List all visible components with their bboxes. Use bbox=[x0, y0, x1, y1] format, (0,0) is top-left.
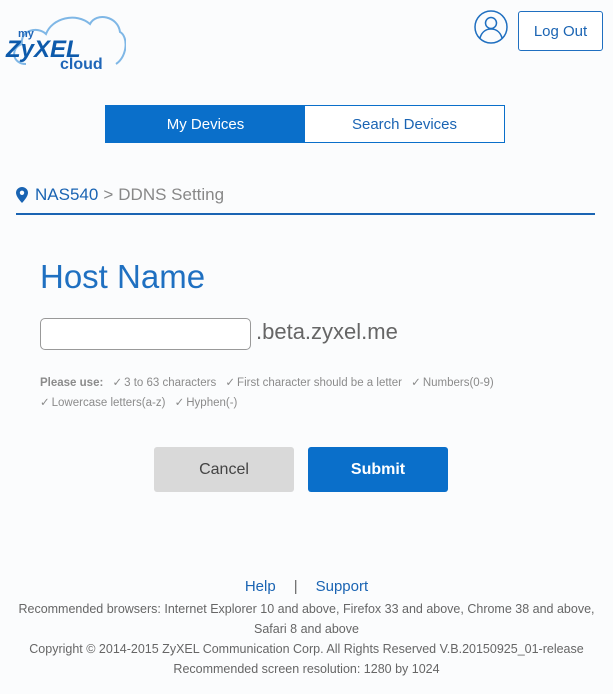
host-name-input[interactable] bbox=[40, 318, 251, 350]
footer-links: Help | Support bbox=[0, 578, 613, 595]
hostname-rules: Please use: ✓ 3 to 63 characters ✓ First c… bbox=[40, 373, 580, 413]
help-link[interactable]: Help bbox=[245, 578, 276, 595]
device-tabs: My Devices Search Devices bbox=[105, 105, 505, 143]
domain-suffix: .beta.zyxel.me bbox=[256, 319, 398, 344]
rule-item: ✓ 3 to 63 characters bbox=[112, 377, 217, 389]
recommended-browsers-text: Recommended browsers: Internet Explorer … bbox=[18, 602, 595, 636]
rule-item: ✓ Hyphen(-) bbox=[174, 397, 238, 409]
check-icon: ✓ bbox=[112, 377, 123, 389]
support-link[interactable]: Support bbox=[316, 578, 369, 595]
cancel-button[interactable]: Cancel bbox=[154, 447, 294, 492]
screen-resolution-text: Recommended screen resolution: 1280 by 1… bbox=[173, 662, 440, 676]
rule-item: ✓ Numbers(0-9) bbox=[411, 377, 494, 389]
rules-label: Please use: bbox=[40, 377, 104, 389]
user-profile-icon[interactable] bbox=[474, 10, 508, 44]
logo-cloud-text: cloud bbox=[60, 56, 103, 73]
tab-search-devices[interactable]: Search Devices bbox=[305, 106, 504, 142]
location-pin-icon bbox=[16, 187, 28, 203]
check-icon: ✓ bbox=[225, 377, 236, 389]
submit-button[interactable]: Submit bbox=[308, 447, 448, 492]
footer-separator: | bbox=[293, 578, 298, 595]
logout-button[interactable]: Log Out bbox=[518, 11, 603, 51]
check-icon: ✓ bbox=[40, 397, 50, 409]
breadcrumb-device[interactable]: NAS540 bbox=[35, 185, 98, 205]
breadcrumb-current-page: DDNS Setting bbox=[118, 185, 225, 204]
footer: Help | Support Recommended browsers: Inter… bbox=[0, 578, 613, 679]
page-title: Host Name bbox=[40, 258, 206, 295]
breadcrumb-separator: > bbox=[103, 185, 114, 204]
rule-item: ✓ Lowercase letters(a-z) bbox=[40, 397, 166, 409]
rule-item: ✓ First character should be a letter bbox=[225, 377, 402, 389]
tab-my-devices[interactable]: My Devices bbox=[106, 106, 305, 142]
check-icon: ✓ bbox=[174, 397, 185, 409]
mycloud-logo: my ZyXEL cloud bbox=[4, 6, 126, 76]
copyright-text: Copyright © 2014-2015 ZyXEL Communicatio… bbox=[29, 642, 584, 656]
breadcrumb: NAS540 > DDNS Setting bbox=[16, 185, 595, 215]
check-icon: ✓ bbox=[411, 377, 421, 389]
